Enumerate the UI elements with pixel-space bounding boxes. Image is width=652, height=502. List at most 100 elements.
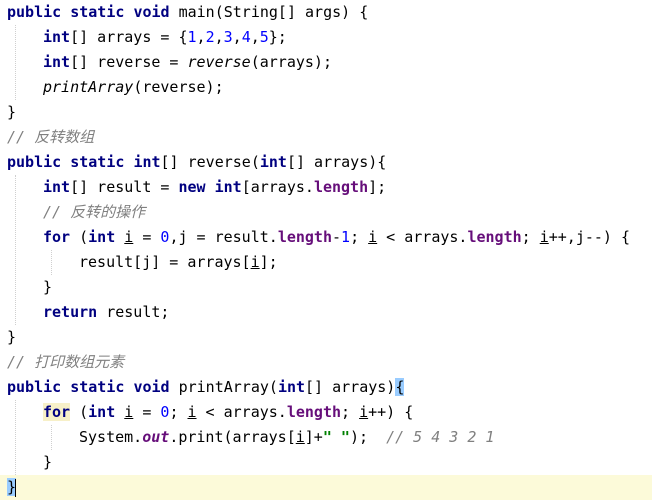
code-keyword: int	[133, 153, 161, 171]
code-editor[interactable]: public static void main(String[] args) {…	[0, 0, 652, 502]
code-token: reverse	[187, 53, 251, 71]
code-comment: // 打印数组元素	[7, 353, 125, 371]
code-keyword: int	[43, 53, 71, 71]
code-token: }	[7, 328, 17, 346]
code-token: [] reverse =	[70, 53, 188, 71]
code-field: length	[313, 178, 369, 196]
code-number: 4	[241, 28, 251, 46]
code-token: ,	[196, 28, 206, 46]
code-line[interactable]: printArray(reverse);	[0, 75, 652, 100]
code-field: length	[277, 228, 332, 246]
code-token: ];	[259, 253, 278, 271]
code-keyword: return	[43, 303, 98, 321]
code-token: [] arrays)	[305, 378, 396, 396]
code-keyword: int	[259, 153, 287, 171]
code-token: }	[7, 103, 17, 121]
code-line[interactable]: System.out.print(arrays[i]+" "); // 5 4 …	[0, 425, 652, 450]
code-token: (	[70, 228, 89, 246]
code-token: [arrays.	[241, 178, 314, 196]
code-token: i	[124, 403, 134, 421]
code-token: printArray(	[169, 378, 278, 396]
code-token: }	[43, 278, 53, 296]
code-keyword: public	[7, 3, 62, 21]
code-keyword: public	[7, 378, 62, 396]
code-token: -	[332, 228, 342, 246]
code-keyword: for	[43, 228, 71, 246]
code-keyword: int	[277, 378, 306, 396]
code-field: length	[467, 228, 522, 246]
code-token: );	[349, 428, 387, 446]
code-comment: // 反转数组	[7, 128, 95, 146]
code-line[interactable]: for (int i = 0; i < arrays.length; i++) …	[0, 400, 652, 425]
code-line[interactable]: }	[0, 450, 652, 475]
code-token: ,	[214, 28, 224, 46]
code-line[interactable]: public static void main(String[] args) {	[0, 0, 652, 25]
code-keyword: int	[214, 178, 242, 196]
code-token: < arrays.	[196, 403, 287, 421]
code-token: [] arrays){	[286, 153, 387, 171]
code-number: 2	[205, 28, 215, 46]
code-token: i	[295, 428, 305, 446]
code-token: ;	[169, 403, 188, 421]
code-token: {	[395, 378, 405, 396]
code-number: 3	[223, 28, 233, 46]
code-token: ++) {	[368, 403, 414, 421]
code-line[interactable]: // 反转的操作	[0, 200, 652, 225]
code-keyword: int	[43, 178, 71, 196]
code-keyword: new	[178, 178, 206, 196]
code-keyword: int	[43, 28, 71, 46]
code-line[interactable]: for (int i = 0,j = result.length-1; i < …	[0, 225, 652, 250]
code-token: (reverse);	[133, 78, 224, 96]
code-token: [] arrays = {	[70, 28, 188, 46]
code-line[interactable]: // 打印数组元素	[0, 350, 652, 375]
code-token: [] result =	[70, 178, 179, 196]
code-line[interactable]: int[] reverse = reverse(arrays);	[0, 50, 652, 75]
code-line[interactable]: int[] arrays = {1,2,3,4,5};	[0, 25, 652, 50]
code-token: ;	[341, 403, 360, 421]
code-token: i	[359, 403, 369, 421]
code-line[interactable]: return result;	[0, 300, 652, 325]
code-line[interactable]: int[] result = new int[arrays.length];	[0, 175, 652, 200]
code-line[interactable]: }	[0, 325, 652, 350]
current-code-line[interactable]: }	[0, 475, 652, 500]
code-token: [] reverse(	[160, 153, 260, 171]
code-token: i	[187, 403, 197, 421]
code-keyword: public	[7, 153, 62, 171]
code-token: ,	[250, 28, 260, 46]
code-token: =	[133, 403, 161, 421]
code-token: .print(arrays[	[169, 428, 296, 446]
code-line[interactable]: public static int[] reverse(int[] arrays…	[0, 150, 652, 175]
code-keyword: static	[70, 378, 125, 396]
code-field: out	[142, 428, 170, 446]
code-token: ,j = result.	[169, 228, 278, 246]
code-number: 1	[187, 28, 197, 46]
text-caret	[15, 478, 17, 497]
code-comment: // 5 4 3 2 1	[386, 428, 495, 446]
code-keyword: int	[88, 228, 116, 246]
code-keyword: static	[70, 3, 125, 21]
code-token: < arrays.	[377, 228, 468, 246]
code-string: " "	[322, 428, 350, 446]
code-comment: // 反转的操作	[43, 203, 146, 221]
code-token: (	[70, 403, 89, 421]
code-token: i	[250, 253, 260, 271]
code-token: ,	[232, 28, 242, 46]
code-number: 5	[259, 28, 269, 46]
code-token: result[j] = arrays[	[79, 253, 251, 271]
code-token: result;	[97, 303, 170, 321]
code-token: System.	[79, 428, 143, 446]
code-line[interactable]: }	[0, 100, 652, 125]
code-token: ]+	[304, 428, 323, 446]
code-line[interactable]: }	[0, 275, 652, 300]
code-line[interactable]: result[j] = arrays[i];	[0, 250, 652, 275]
code-line[interactable]: public static void printArray(int[] arra…	[0, 375, 652, 400]
code-keyword: for	[43, 403, 71, 421]
code-token: i	[539, 228, 549, 246]
code-keyword: void	[133, 3, 170, 21]
code-line[interactable]: // 反转数组	[0, 125, 652, 150]
code-token: (arrays);	[250, 53, 332, 71]
